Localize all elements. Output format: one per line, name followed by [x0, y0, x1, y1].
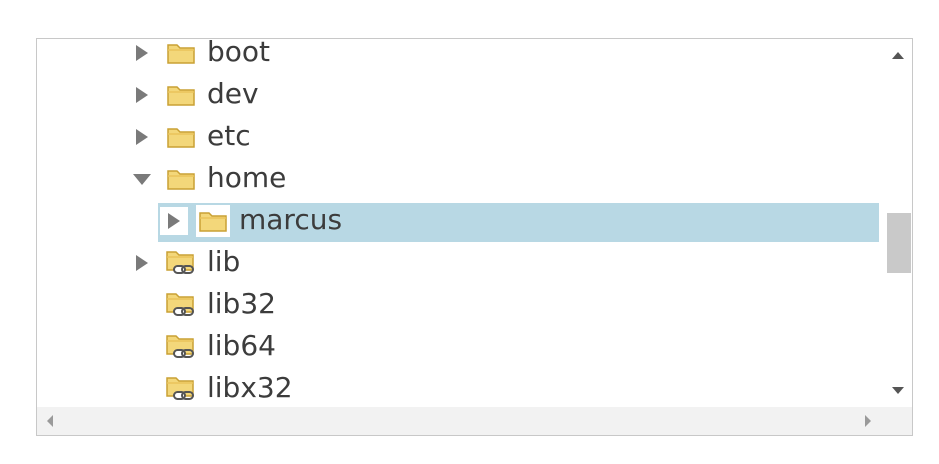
tree-row-lib[interactable]: lib — [37, 242, 885, 284]
expand-arrow-icon[interactable] — [128, 39, 156, 67]
folder-link-icon — [164, 331, 198, 363]
expand-arrow-icon[interactable] — [128, 81, 156, 109]
folder-icon — [196, 205, 230, 237]
scroll-up-arrow-icon[interactable] — [892, 52, 904, 59]
expand-arrow-icon[interactable] — [160, 207, 188, 235]
tree-viewport: boot dev etc home marcus lib lib32 lib64… — [37, 39, 885, 407]
tree-row-label: boot — [207, 39, 271, 68]
tree-row-lib32[interactable]: lib32 — [37, 284, 885, 326]
expand-arrow-icon[interactable] — [128, 249, 156, 277]
folder-icon — [164, 79, 198, 111]
tree-row-label: lib — [207, 245, 241, 278]
tree-row-label: lib64 — [207, 329, 276, 362]
vertical-scroll-thumb[interactable] — [887, 213, 911, 273]
folder-link-icon — [164, 373, 198, 405]
collapse-arrow-icon[interactable] — [128, 165, 156, 193]
folder-icon — [164, 39, 198, 69]
tree-row-label: etc — [207, 119, 251, 152]
scroll-left-arrow-icon[interactable] — [47, 415, 53, 427]
tree-row-label: dev — [207, 77, 259, 110]
tree-row-label: libx32 — [207, 371, 293, 404]
folder-icon — [164, 121, 198, 153]
tree-row-lib64[interactable]: lib64 — [37, 326, 885, 368]
horizontal-scrollbar[interactable] — [37, 407, 885, 435]
folder-link-icon — [164, 247, 198, 279]
tree-row-label: marcus — [239, 203, 343, 236]
scroll-down-arrow-icon[interactable] — [892, 387, 904, 394]
tree-row-label: lib32 — [207, 287, 276, 320]
file-tree-view[interactable]: boot dev etc home marcus lib lib32 lib64… — [36, 38, 913, 436]
tree-row-etc[interactable]: etc — [37, 116, 885, 158]
tree-row-label: home — [207, 161, 287, 194]
scroll-right-arrow-icon[interactable] — [865, 415, 871, 427]
tree-row-home[interactable]: home — [37, 158, 885, 200]
tree-row-boot[interactable]: boot — [37, 39, 885, 74]
expand-arrow-icon[interactable] — [128, 123, 156, 151]
tree-row-marcus[interactable]: marcus — [37, 200, 885, 242]
scrollbar-corner — [885, 407, 912, 435]
folder-icon — [164, 163, 198, 195]
tree-row-libx32[interactable]: libx32 — [37, 368, 885, 407]
vertical-scrollbar[interactable] — [885, 39, 912, 407]
folder-link-icon — [164, 289, 198, 321]
tree-row-dev[interactable]: dev — [37, 74, 885, 116]
